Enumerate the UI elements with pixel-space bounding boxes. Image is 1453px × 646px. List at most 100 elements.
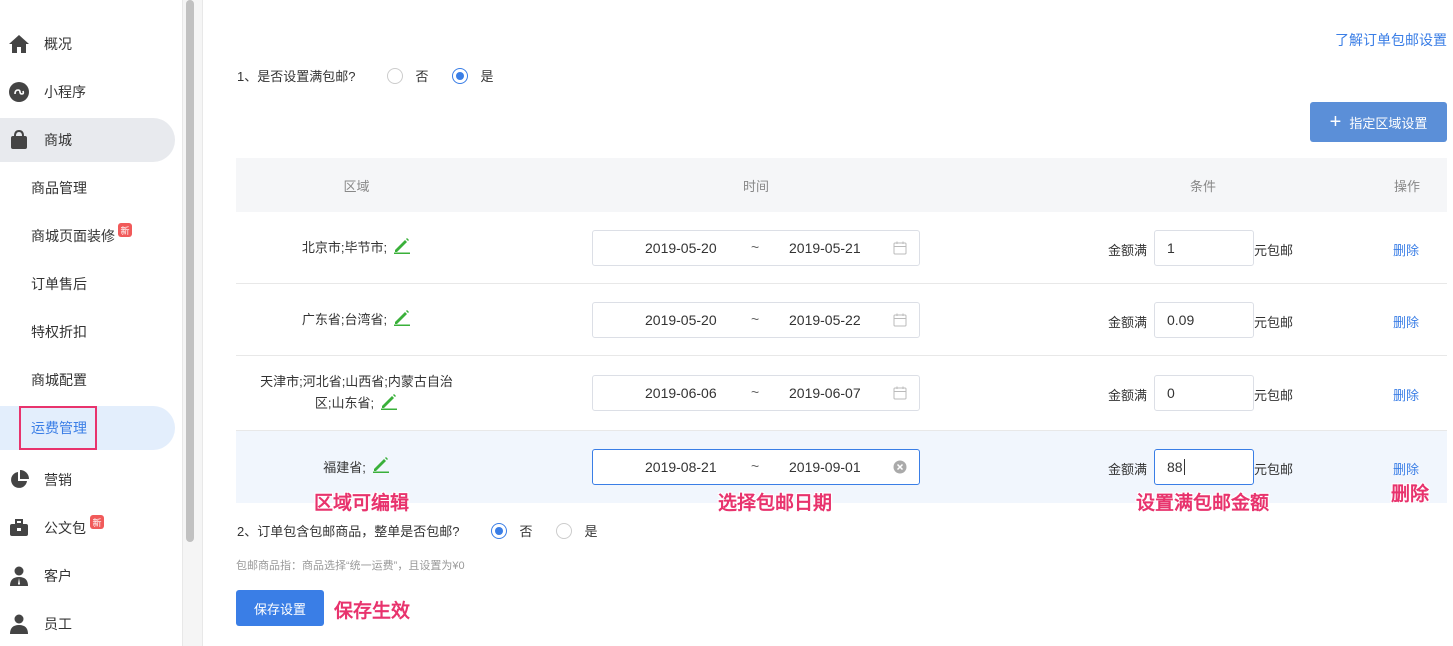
amount-input[interactable]: 0 xyxy=(1154,375,1254,411)
free-shipping-question: 1、是否设置满包邮? 否 是 xyxy=(237,66,494,85)
radio-yes[interactable] xyxy=(452,67,469,84)
radio-yes-label: 是 xyxy=(480,69,494,84)
calendar-icon xyxy=(893,241,907,258)
delete-link[interactable]: 删除 xyxy=(1393,312,1419,331)
start-date[interactable]: 2019-05-20 xyxy=(645,312,717,328)
sidebar-item-label: 特权折扣 xyxy=(31,324,87,340)
delete-link[interactable]: 删除 xyxy=(1393,385,1419,404)
add-region-label: 指定区域设置 xyxy=(1349,115,1428,131)
date-range-picker[interactable]: 2019-06-06 ~ 2019-06-07 xyxy=(592,375,920,411)
date-range-picker[interactable]: 2019-08-21 ~ 2019-09-01 xyxy=(592,449,920,485)
end-date[interactable]: 2019-06-07 xyxy=(789,385,861,401)
annotation-choose-date: 选择包邮日期 xyxy=(718,493,833,514)
table-row: 广东省;台湾省; 2019-05-20 ~ 2019-05-22 金额满 0.0… xyxy=(236,284,1447,356)
condition-label: 金额满 xyxy=(1108,243,1148,258)
text-cursor xyxy=(1183,459,1185,475)
edit-pencil-icon[interactable] xyxy=(380,392,398,416)
sidebar-item-overview[interactable]: 概况 xyxy=(0,22,175,66)
sidebar-item-page-decoration[interactable]: 商城页面装修 新 xyxy=(0,214,175,258)
sidebar-item-label: 营销 xyxy=(44,472,72,488)
edit-pencil-icon[interactable] xyxy=(393,236,411,260)
sidebar-item-product-management[interactable]: 商品管理 xyxy=(0,166,175,210)
region-text: 福建省; xyxy=(323,459,366,475)
header-time: 时间 xyxy=(742,178,769,194)
radio-yes-label: 是 xyxy=(584,524,598,539)
sidebar-item-label: 小程序 xyxy=(44,84,86,100)
package-question: 2、订单包含包邮商品，整单是否包邮? 否 是 xyxy=(237,521,598,540)
region-text: 广东省;台湾省; xyxy=(301,312,388,327)
sidebar-item-label: 客户 xyxy=(44,568,72,584)
header-action: 操作 xyxy=(1393,178,1420,194)
annotation-region-editable: 区域可编辑 xyxy=(314,493,410,514)
region-text: 北京市;毕节市; xyxy=(301,240,388,255)
delete-link[interactable]: 删除 xyxy=(1393,240,1419,259)
condition-label: 金额满 xyxy=(1108,462,1148,477)
sidebar-item-mall[interactable]: 商城 xyxy=(0,118,175,162)
condition-label: 金额满 xyxy=(1108,388,1148,403)
annotation-save-effect: 保存生效 xyxy=(334,601,411,622)
save-button[interactable]: 保存设置 xyxy=(236,590,324,626)
sidebar-item-label: 商城配置 xyxy=(31,372,87,388)
table-row: 天津市;河北省;山西省;内蒙古自治 区;山东省; 2019-06-06 ~ 20… xyxy=(236,356,1447,431)
edit-pencil-icon[interactable] xyxy=(372,455,390,479)
unit-label: 元包邮 xyxy=(1254,388,1294,403)
sidebar-item-miniprogram[interactable]: 小程序 xyxy=(0,70,175,114)
sidebar-item-label: 概况 xyxy=(44,36,72,52)
new-badge: 新 xyxy=(118,223,132,237)
region-text-line2: 区;山东省; xyxy=(314,394,375,410)
table-header: 区域 时间 条件 操作 xyxy=(236,158,1447,212)
end-date[interactable]: 2019-05-21 xyxy=(789,240,861,256)
annotation-set-amount: 设置满包邮金额 xyxy=(1136,493,1270,514)
date-separator: ~ xyxy=(751,384,760,400)
new-badge: 新 xyxy=(90,515,104,529)
radio-no-label: 否 xyxy=(519,524,533,539)
free-shipping-note: 包邮商品指：商品选择“统一运费”，且设置为¥0 xyxy=(236,560,465,572)
delete-link[interactable]: 删除 xyxy=(1393,459,1419,478)
sidebar-item-briefcase[interactable]: 公文包 新 xyxy=(0,506,175,550)
amount-input[interactable]: 1 xyxy=(1154,230,1254,266)
edit-pencil-icon[interactable] xyxy=(393,308,411,332)
date-separator: ~ xyxy=(751,311,760,327)
end-date[interactable]: 2019-09-01 xyxy=(789,459,861,475)
start-date[interactable]: 2019-08-21 xyxy=(645,459,717,475)
start-date[interactable]: 2019-05-20 xyxy=(645,240,717,256)
calendar-icon xyxy=(893,313,907,330)
start-date[interactable]: 2019-06-06 xyxy=(645,385,717,401)
sidebar-item-employees[interactable]: 员工 xyxy=(0,602,175,646)
radio-no[interactable] xyxy=(387,67,404,84)
amount-value: 88 xyxy=(1167,459,1183,475)
date-range-picker[interactable]: 2019-05-20 ~ 2019-05-21 xyxy=(592,230,920,266)
clear-icon[interactable] xyxy=(893,460,907,477)
unit-label: 元包邮 xyxy=(1254,243,1294,258)
amount-input[interactable]: 88 xyxy=(1154,449,1254,485)
plus-icon: + xyxy=(1329,111,1342,133)
customer-icon xyxy=(8,565,30,587)
amount-input[interactable]: 0.09 xyxy=(1154,302,1254,338)
end-date[interactable]: 2019-05-22 xyxy=(789,312,861,328)
region-text-line1: 天津市;河北省;山西省;内蒙古自治 xyxy=(260,373,453,389)
question-label: 1、是否设置满包邮? xyxy=(237,69,356,84)
sidebar-item-label: 商城 xyxy=(44,132,72,148)
date-range-picker[interactable]: 2019-05-20 ~ 2019-05-22 xyxy=(592,302,920,338)
date-separator: ~ xyxy=(751,458,760,474)
sidebar-item-mall-config[interactable]: 商城配置 xyxy=(0,358,175,402)
region-cell: 天津市;河北省;山西省;内蒙古自治 区;山东省; xyxy=(244,356,469,430)
radio-yes[interactable] xyxy=(556,522,573,539)
calendar-icon xyxy=(893,386,907,403)
add-region-button[interactable]: + 指定区域设置 xyxy=(1310,102,1447,142)
sidebar-item-label: 员工 xyxy=(44,616,72,632)
sidebar-item-privilege-discount[interactable]: 特权折扣 xyxy=(0,310,175,354)
unit-label: 元包邮 xyxy=(1254,462,1294,477)
radio-no[interactable] xyxy=(491,522,508,539)
header-region: 区域 xyxy=(343,178,370,194)
radio-no-label: 否 xyxy=(415,69,429,84)
main-content: 了解订单包邮设置 1、是否设置满包邮? 否 是 + 指定区域设置 区域 时间 条… xyxy=(204,0,1453,646)
sidebar-item-customers[interactable]: 客户 xyxy=(0,554,175,598)
help-link[interactable]: 了解订单包邮设置 xyxy=(1335,30,1447,50)
unit-label: 元包邮 xyxy=(1254,315,1294,330)
scrollbar-thumb[interactable] xyxy=(186,0,194,542)
sidebar-item-marketing[interactable]: 营销 xyxy=(0,458,175,502)
sidebar-item-label: 商城页面装修 xyxy=(31,228,115,244)
sidebar-item-orders[interactable]: 订单售后 xyxy=(0,262,175,306)
miniprogram-icon xyxy=(8,81,30,103)
